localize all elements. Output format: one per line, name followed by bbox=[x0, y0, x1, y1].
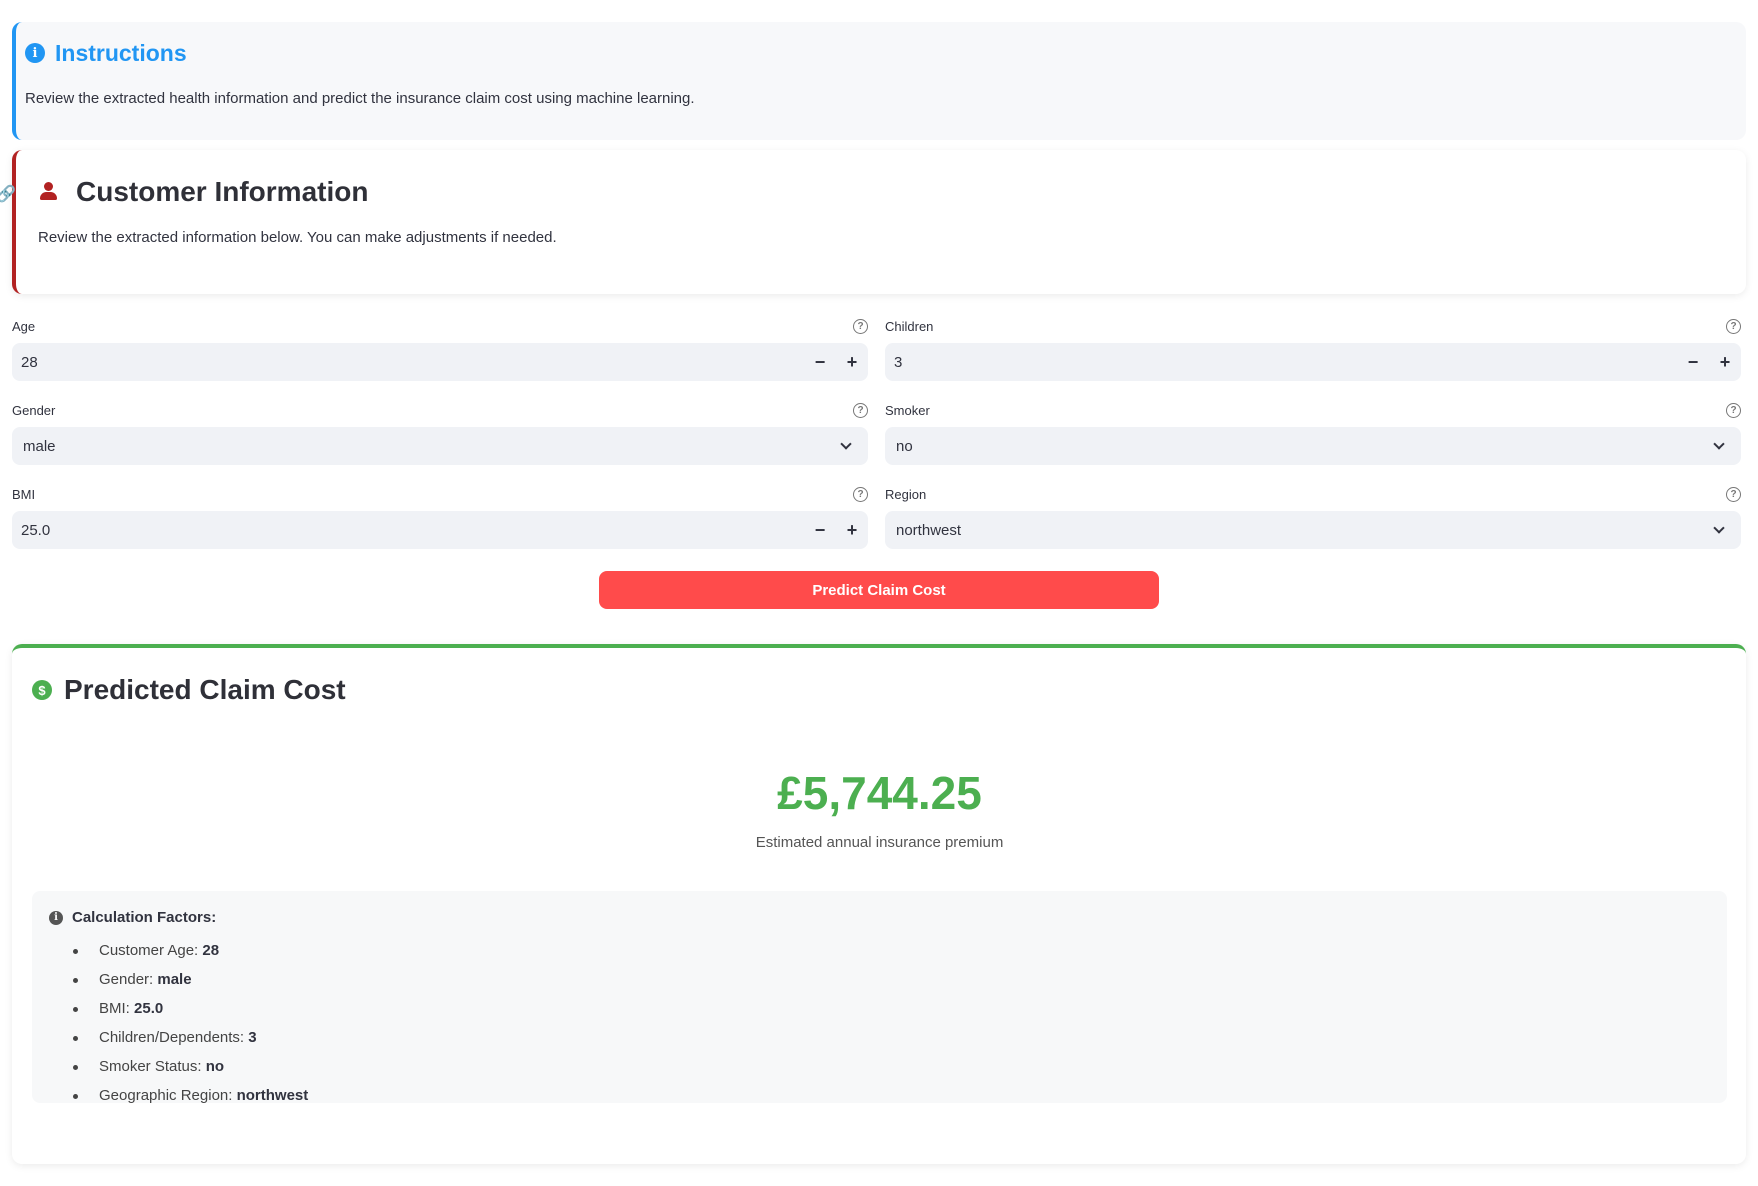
predicted-amount: £5,744.25 bbox=[777, 767, 982, 819]
bmi-label: BMI bbox=[12, 486, 36, 502]
predict-claim-cost-button[interactable]: Predict Claim Cost bbox=[599, 571, 1159, 609]
list-item: Customer Age: 28 bbox=[49, 938, 1727, 967]
children-decrement-button[interactable]: − bbox=[1677, 343, 1709, 381]
bmi-help-icon[interactable]: ? bbox=[853, 486, 868, 502]
age-field: Age ? 28 − + bbox=[12, 316, 868, 400]
age-help-icon[interactable]: ? bbox=[853, 318, 868, 334]
bmi-increment-button[interactable]: + bbox=[836, 511, 868, 549]
customer-info-card: 🔗 Customer Information Review the extrac… bbox=[0, 150, 1746, 294]
instructions-header: i Instructions bbox=[25, 38, 1746, 68]
instructions-text: Review the extracted health information … bbox=[25, 90, 695, 107]
smoker-field: Smoker ? no bbox=[885, 400, 1741, 484]
list-item: Geographic Region: northwest bbox=[49, 1083, 1727, 1112]
age-value[interactable]: 28 bbox=[21, 354, 804, 371]
chevron-down-icon[interactable] bbox=[824, 438, 868, 450]
list-item: BMI: 25.0 bbox=[49, 996, 1727, 1025]
customer-form: Age ? 28 − + Children ? 3 − + Gender ? m… bbox=[12, 316, 1746, 568]
calculation-factors-panel: i Calculation Factors: Customer Age: 28 … bbox=[32, 891, 1727, 1104]
smoker-select[interactable]: no bbox=[885, 427, 1741, 465]
list-item: Children/Dependents: 3 bbox=[49, 1025, 1727, 1054]
age-decrement-button[interactable]: − bbox=[804, 343, 836, 381]
calculation-factors-list: Customer Age: 28 Gender: male BMI: 25.0 … bbox=[49, 938, 1727, 1112]
bmi-value[interactable]: 25.0 bbox=[21, 522, 804, 539]
customer-info-header: Customer Information bbox=[38, 176, 1746, 208]
list-item: Gender: male bbox=[49, 967, 1727, 996]
calculation-factors-header: i Calculation Factors: bbox=[49, 909, 1727, 926]
region-select[interactable]: northwest bbox=[885, 511, 1741, 549]
customer-info-title: Customer Information bbox=[76, 176, 369, 207]
predicted-claim-header: $ Predicted Claim Cost bbox=[32, 674, 1727, 706]
children-increment-button[interactable]: + bbox=[1709, 343, 1741, 381]
list-item: Smoker Status: no bbox=[49, 1054, 1727, 1083]
bmi-decrement-button[interactable]: − bbox=[804, 511, 836, 549]
chevron-down-icon[interactable] bbox=[1697, 438, 1741, 450]
age-label: Age bbox=[12, 318, 36, 334]
children-help-icon[interactable]: ? bbox=[1726, 318, 1741, 334]
predict-button-row: Predict Claim Cost bbox=[12, 571, 1746, 609]
dollar-icon: $ bbox=[32, 680, 52, 700]
gender-help-icon[interactable]: ? bbox=[853, 402, 868, 418]
region-help-icon[interactable]: ? bbox=[1726, 486, 1741, 502]
children-field: Children ? 3 − + bbox=[885, 316, 1741, 400]
predicted-amount-subtitle: Estimated annual insurance premium bbox=[755, 834, 1004, 851]
children-label: Children bbox=[885, 318, 934, 334]
gender-label: Gender bbox=[12, 402, 56, 418]
region-field: Region ? northwest bbox=[885, 484, 1741, 568]
smoker-help-icon[interactable]: ? bbox=[1726, 402, 1741, 418]
instructions-title: Instructions bbox=[55, 39, 187, 66]
instructions-panel: i Instructions Review the extracted heal… bbox=[12, 22, 1746, 140]
page: i Instructions Review the extracted heal… bbox=[0, 22, 1746, 1164]
region-label: Region bbox=[885, 486, 927, 502]
smoker-label: Smoker bbox=[885, 402, 930, 418]
region-value: northwest bbox=[896, 521, 962, 539]
age-increment-button[interactable]: + bbox=[836, 343, 868, 381]
anchor-link-icon[interactable]: 🔗 bbox=[0, 184, 16, 204]
customer-info-text: Review the extracted information below. … bbox=[38, 229, 557, 246]
bmi-input[interactable]: 25.0 − + bbox=[12, 511, 868, 549]
bmi-field: BMI ? 25.0 − + bbox=[12, 484, 868, 568]
predicted-claim-title: Predicted Claim Cost bbox=[64, 674, 346, 705]
smoker-value: no bbox=[896, 437, 913, 455]
calculation-factors-title: Calculation Factors: bbox=[72, 909, 217, 926]
info-icon: i bbox=[49, 910, 63, 925]
person-icon bbox=[38, 182, 58, 202]
age-input[interactable]: 28 − + bbox=[12, 343, 868, 381]
predicted-claim-card: $ Predicted Claim Cost £5,744.25 Estimat… bbox=[12, 644, 1746, 1164]
info-icon: i bbox=[25, 43, 45, 63]
gender-value: male bbox=[23, 437, 56, 455]
chevron-down-icon[interactable] bbox=[1697, 522, 1741, 534]
gender-field: Gender ? male bbox=[12, 400, 868, 484]
children-value[interactable]: 3 bbox=[894, 354, 1677, 371]
gender-select[interactable]: male bbox=[12, 427, 868, 465]
children-input[interactable]: 3 − + bbox=[885, 343, 1741, 381]
